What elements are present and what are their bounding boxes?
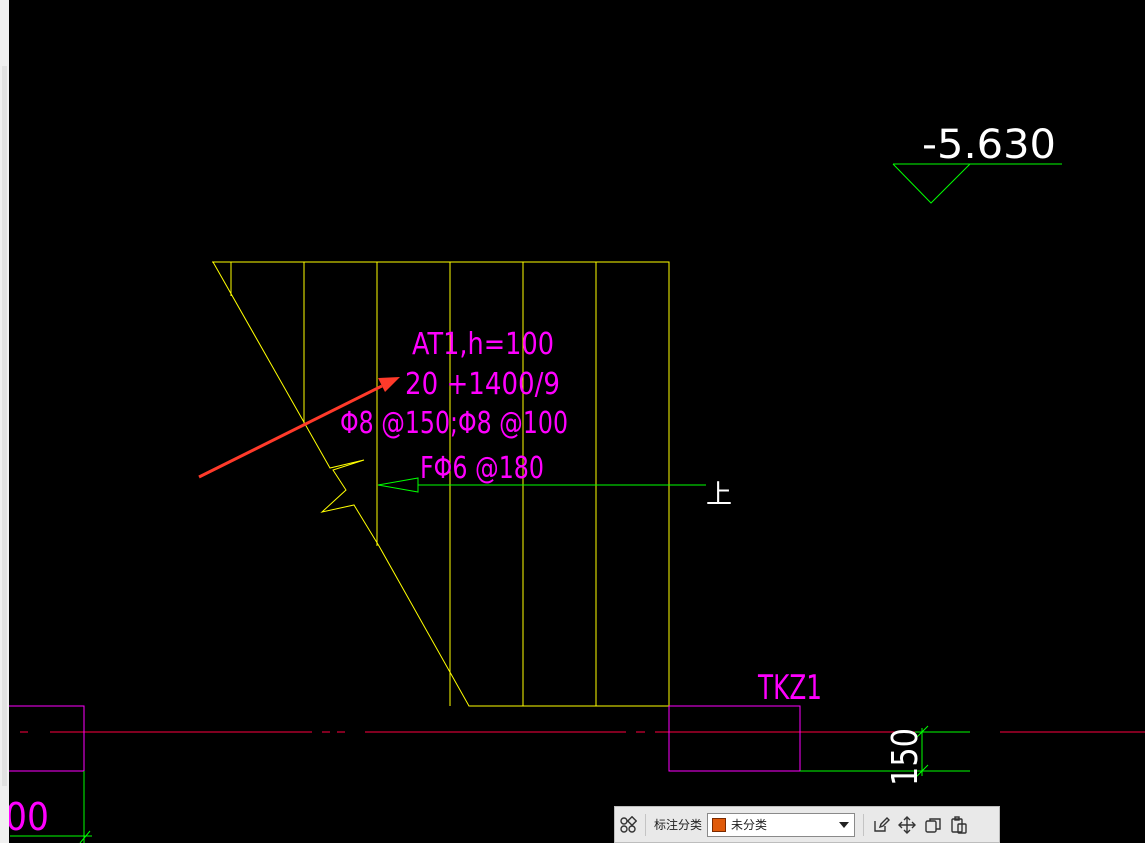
stair-label-name: AT1,h=100 — [412, 327, 554, 362]
stair-label-rebar: Φ8 @150;Φ8 @100 — [340, 406, 568, 441]
grid-view-icon[interactable] — [615, 812, 641, 838]
elevation-symbol — [892, 163, 1062, 204]
paste-icon[interactable] — [946, 812, 972, 838]
column-outline-tkz1 — [668, 705, 801, 772]
column-outline-left — [9, 705, 85, 772]
category-value: 未分类 — [731, 818, 768, 832]
stair-label-distribution: FΦ6 @180 — [420, 451, 544, 486]
chevron-down-icon — [839, 821, 850, 828]
partial-text-left: 00 — [9, 795, 49, 839]
annotation-toolbar: 标注分类 未分类 — [614, 806, 1000, 843]
elevation-label: -5.630 — [922, 122, 1056, 168]
category-label: 标注分类 — [654, 818, 703, 832]
direction-label: 上 — [706, 480, 732, 510]
column-label: TKZ1 — [757, 668, 822, 708]
cad-drawing-canvas[interactable]: 00 AT1,h=100 20 +1400/9 Φ8 @150;Φ8 @100 … — [9, 0, 1145, 843]
dimension-label: 150 — [885, 728, 926, 786]
copy-icon[interactable] — [920, 812, 946, 838]
move-icon[interactable] — [894, 812, 920, 838]
toolbar-separator — [863, 813, 865, 836]
edit-icon[interactable] — [868, 812, 894, 838]
stair-label-steps: 20 +1400/9 — [405, 367, 560, 402]
category-select[interactable]: 未分类 — [707, 812, 856, 837]
left-panel-edge — [0, 0, 9, 843]
panel-scroll-track — [2, 66, 7, 786]
category-color-swatch — [712, 817, 727, 832]
toolbar-separator — [645, 813, 646, 836]
